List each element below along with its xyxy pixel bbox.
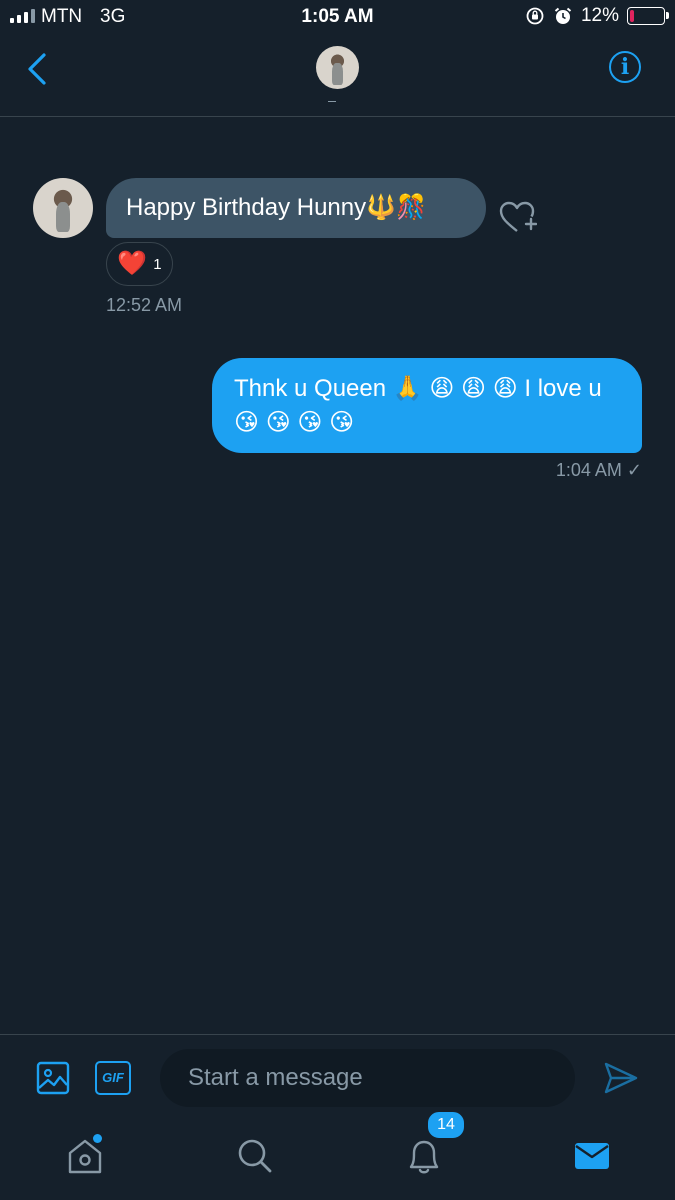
battery-level	[630, 10, 634, 22]
rotation-lock-icon	[526, 7, 544, 25]
incoming-message-time: 12:52 AM	[106, 295, 183, 315]
sender-avatar[interactable]	[33, 178, 93, 238]
info-button[interactable]: i	[609, 51, 641, 83]
info-icon: i	[620, 54, 630, 80]
reaction-pill[interactable]: ❤️ 1	[106, 242, 173, 286]
add-reaction-button[interactable]	[497, 198, 538, 238]
mail-icon	[575, 1143, 609, 1169]
message-composer: GIF	[0, 1034, 675, 1123]
back-button[interactable]	[24, 52, 52, 91]
notifications-badge: 14	[426, 1110, 466, 1140]
contact-name-placeholder	[328, 101, 336, 102]
contact-avatar[interactable]	[316, 46, 359, 89]
chevron-left-icon	[28, 53, 46, 85]
send-button[interactable]	[603, 1061, 639, 1100]
battery-icon	[627, 7, 669, 25]
battery-percent: 12%	[580, 5, 619, 26]
gif-button[interactable]: GIF	[95, 1061, 131, 1095]
reaction-emoji: ❤️	[117, 250, 148, 277]
incoming-message-bubble[interactable]: Happy Birthday Hunny🔱🎊	[106, 178, 486, 238]
conversation-header: i	[0, 34, 675, 117]
media-button[interactable]	[36, 1061, 70, 1100]
message-input[interactable]	[160, 1049, 575, 1107]
alarm-icon	[554, 7, 572, 24]
status-bar: MTN 3G 1:05 AM 12%	[0, 0, 675, 34]
search-icon	[238, 1139, 272, 1173]
heart-plus-icon	[499, 201, 538, 232]
outgoing-message-time: 1:04 AM ✓	[555, 460, 642, 480]
send-icon	[604, 1062, 638, 1094]
home-unread-dot	[93, 1134, 102, 1143]
reaction-count: 1	[153, 255, 162, 273]
bottom-tab-bar: 14	[0, 1110, 675, 1200]
outgoing-message-bubble[interactable]: Thnk u Queen 🙏 😩 😩 😩 I love u😘 😘 😘 😘	[212, 358, 642, 453]
tab-search[interactable]	[236, 1136, 274, 1181]
tab-messages[interactable]	[573, 1136, 611, 1181]
bell-icon	[409, 1140, 439, 1174]
status-right: 12%	[525, 5, 669, 27]
tab-notifications[interactable]	[405, 1136, 443, 1181]
image-icon	[36, 1061, 70, 1095]
